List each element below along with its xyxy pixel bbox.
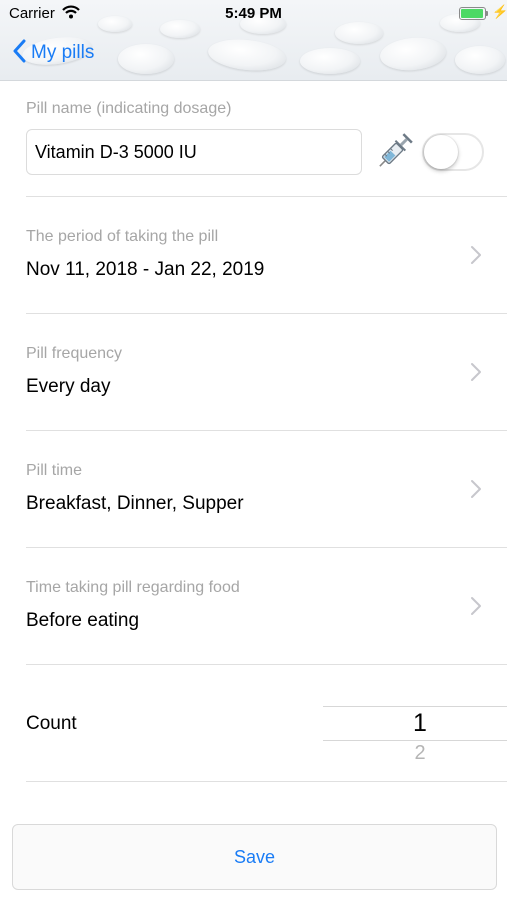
header-pill-image — [118, 44, 174, 74]
chevron-right-icon — [470, 362, 482, 387]
pill-time-label: Pill time — [26, 462, 83, 479]
count-next-value: 2 — [414, 742, 426, 764]
frequency-value: Every day — [26, 376, 111, 397]
frequency-label: Pill frequency — [26, 345, 123, 362]
header-pill-image — [455, 46, 505, 74]
period-label: The period of taking the pill — [26, 228, 219, 245]
syringe-icon — [370, 128, 418, 181]
frequency-row[interactable]: Pill frequency Every day — [0, 314, 507, 430]
period-row[interactable]: The period of taking the pill Nov 11, 20… — [0, 197, 507, 313]
battery-icon — [459, 7, 488, 20]
back-button-label: My pills — [31, 42, 95, 63]
status-bar: Carrier 5:49 PM ⚡ — [0, 0, 507, 28]
food-timing-label: Time taking pill regarding food — [26, 579, 240, 596]
picker-divider — [323, 740, 507, 741]
charging-bolt-icon: ⚡ — [492, 4, 507, 19]
picker-divider — [323, 706, 507, 707]
injection-toggle[interactable] — [422, 133, 484, 171]
header-pill-image — [300, 48, 360, 74]
clock: 5:49 PM — [225, 5, 282, 22]
count-label: Count — [26, 713, 77, 734]
period-value: Nov 11, 2018 - Jan 22, 2019 — [26, 259, 265, 280]
toggle-knob — [424, 135, 458, 169]
separator — [26, 664, 507, 665]
pill-time-row[interactable]: Pill time Breakfast, Dinner, Supper — [0, 431, 507, 547]
save-button[interactable]: Save — [12, 824, 497, 890]
header-pill-image — [206, 36, 288, 74]
food-timing-row[interactable]: Time taking pill regarding food Before e… — [0, 548, 507, 664]
pill-time-value: Breakfast, Dinner, Supper — [26, 493, 244, 514]
chevron-right-icon — [470, 596, 482, 621]
chevron-right-icon — [470, 245, 482, 270]
back-button[interactable]: My pills — [12, 38, 94, 68]
chevron-right-icon — [470, 479, 482, 504]
count-selected-value: 1 — [413, 709, 427, 737]
food-timing-value: Before eating — [26, 610, 140, 631]
separator — [26, 781, 507, 782]
pill-name-label: Pill name (indicating dosage) — [26, 100, 232, 117]
count-picker[interactable]: 1 2 — [323, 704, 507, 776]
pill-name-input[interactable] — [26, 129, 362, 175]
header-pill-image — [378, 35, 448, 73]
chevron-left-icon — [12, 39, 26, 68]
